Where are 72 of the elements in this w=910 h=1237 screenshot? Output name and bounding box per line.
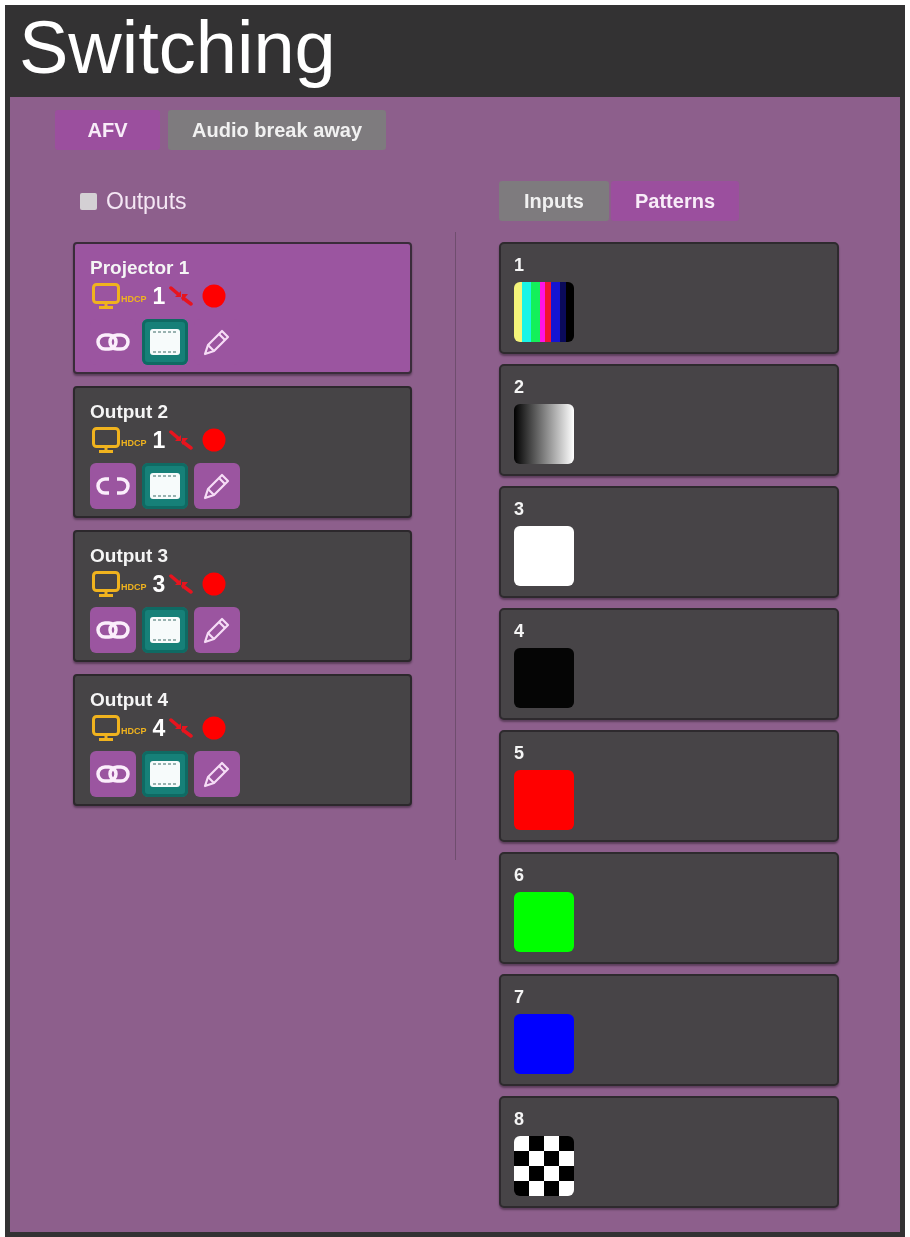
video-button[interactable]	[142, 607, 188, 653]
film-strip-icon	[150, 617, 180, 643]
source-tab[interactable]: Inputs	[499, 181, 609, 221]
pencil-icon	[202, 759, 232, 789]
video-button[interactable]	[142, 319, 188, 365]
link-button[interactable]	[90, 463, 136, 509]
pattern-card[interactable]: 8	[499, 1096, 839, 1208]
film-strip-icon	[150, 329, 180, 355]
pattern-number: 2	[514, 376, 524, 398]
link-button[interactable]	[90, 607, 136, 653]
link-button[interactable]	[90, 751, 136, 797]
arrows-icon	[169, 430, 196, 450]
pattern-number: 7	[514, 986, 524, 1008]
pattern-number: 5	[514, 742, 524, 764]
hdcp-label: HDCP	[121, 294, 147, 304]
pattern-card[interactable]: 6	[499, 852, 839, 964]
film-strip-icon	[150, 473, 180, 499]
pattern-card[interactable]: 1	[499, 242, 839, 354]
film-strip-icon	[150, 761, 180, 787]
pencil-icon	[202, 615, 232, 645]
pencil-icon	[202, 327, 232, 357]
input-number: 1	[152, 426, 166, 454]
arrows-icon	[169, 286, 196, 306]
video-button[interactable]	[142, 463, 188, 509]
output-name: Output 4	[90, 689, 169, 711]
edit-button[interactable]	[194, 463, 240, 509]
color-bars-icon	[514, 282, 574, 342]
output-name: Output 2	[90, 401, 169, 423]
outputs-label: Outputs	[106, 187, 187, 215]
pattern-card[interactable]: 5	[499, 730, 839, 842]
pattern-card[interactable]: 7	[499, 974, 839, 1086]
hdcp-label: HDCP	[121, 438, 147, 448]
status-dot-icon	[202, 572, 227, 596]
mode-tab[interactable]: AFV	[55, 110, 160, 150]
status-dot-icon	[202, 284, 227, 308]
output-name: Projector 1	[90, 257, 190, 279]
output-card[interactable]: Output 3 HDCP 3	[73, 530, 412, 662]
hdcp-label: HDCP	[121, 582, 147, 592]
pattern-number: 3	[514, 498, 524, 520]
pattern-number: 8	[514, 1108, 524, 1130]
pattern-number: 4	[514, 620, 524, 642]
source-tab[interactable]: Patterns	[611, 181, 740, 221]
video-button[interactable]	[142, 751, 188, 797]
pattern-number: 6	[514, 864, 524, 886]
input-number: 3	[152, 570, 166, 598]
arrows-icon	[169, 574, 196, 594]
hdcp-label: HDCP	[121, 726, 147, 736]
checkerboard-icon	[514, 1136, 574, 1196]
pattern-card[interactable]: 3	[499, 486, 839, 598]
monitor-icon	[92, 571, 120, 597]
output-card[interactable]: Projector 1 HDCP 1	[73, 242, 412, 374]
page-title: Switching	[19, 5, 336, 91]
monitor-icon	[92, 283, 120, 309]
input-number: 1	[152, 282, 166, 310]
status-dot-icon	[202, 716, 227, 740]
monitor-icon	[92, 427, 120, 453]
pattern-card[interactable]: 4	[499, 608, 839, 720]
output-card[interactable]: Output 2 HDCP 1	[73, 386, 412, 518]
monitor-icon	[92, 715, 120, 741]
input-number: 4	[152, 714, 166, 742]
edit-button[interactable]	[194, 751, 240, 797]
output-name: Output 3	[90, 545, 169, 567]
arrows-icon	[169, 718, 196, 738]
pattern-card[interactable]: 2	[499, 364, 839, 476]
pattern-number: 1	[514, 254, 524, 276]
output-card[interactable]: Output 4 HDCP 4	[73, 674, 412, 806]
pencil-icon	[202, 471, 232, 501]
mode-tab[interactable]: Audio break away	[168, 110, 387, 150]
status-dot-icon	[202, 428, 227, 452]
edit-button[interactable]	[194, 607, 240, 653]
gradient-icon	[514, 404, 574, 464]
outputs-checkbox[interactable]	[80, 192, 97, 210]
